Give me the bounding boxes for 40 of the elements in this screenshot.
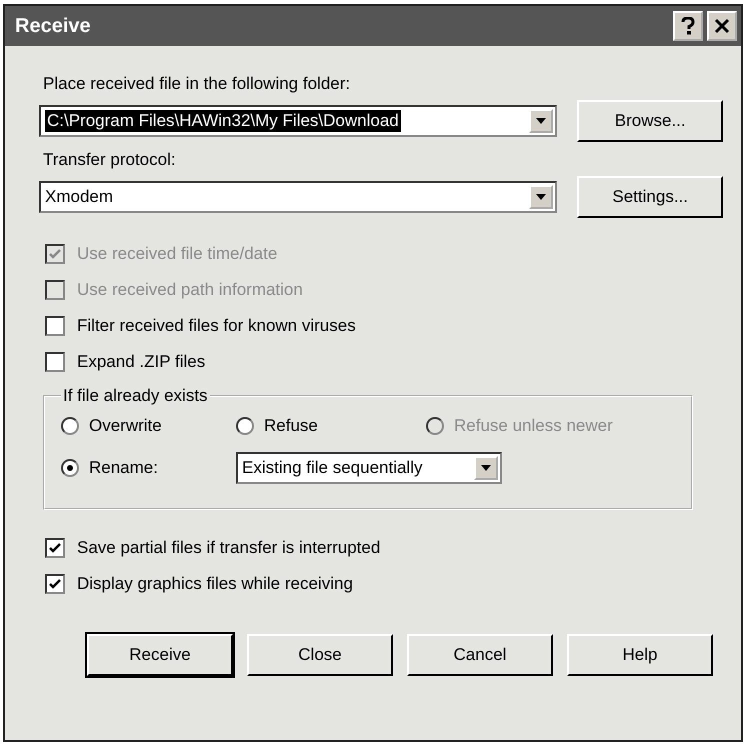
dropdown-button[interactable] [529,109,554,133]
dropdown-button[interactable] [529,185,554,209]
dropdown-button[interactable] [474,456,498,480]
checkbox[interactable] [45,352,65,372]
help-icon [680,17,696,35]
radio-button[interactable] [236,417,254,435]
radio-label[interactable]: Overwrite [89,416,162,436]
folder-combo[interactable]: C:\Program Files\HAWin32\My Files\Download [39,105,558,137]
caret-icon [481,465,491,471]
dialog-button[interactable]: Close [247,634,393,676]
settings-button[interactable]: Settings... [577,176,723,218]
checkbox-label[interactable]: Filter received files for known viruses [77,316,356,336]
caret-icon [536,118,546,124]
field-label: Place received file in the following folder: [43,74,352,94]
dialog-button[interactable]: Cancel [407,634,553,676]
protocol-combo[interactable]: Xmodem [39,181,558,213]
check-icon [48,541,62,555]
caret-icon [536,194,546,200]
check-icon [48,577,62,591]
checkbox-label[interactable]: Display graphics files while receiving [77,574,353,594]
radio-button[interactable] [61,459,79,477]
field-label: Transfer protocol: [43,150,177,170]
rename-combo[interactable]: Existing file sequentially [236,452,502,484]
help-button[interactable] [673,11,703,41]
checkbox-label[interactable]: Expand .ZIP files [77,352,206,372]
close-icon [714,18,730,34]
radio-label[interactable]: Rename: [89,458,158,478]
dialog-button[interactable]: Receive [87,634,233,676]
close-button[interactable] [707,11,737,41]
group-title: If file already exists [62,386,209,406]
checkbox-label[interactable]: Save partial files if transfer is interrupted [77,538,380,558]
check-icon [48,247,62,261]
window-title: Receive [15,14,92,38]
checkbox[interactable] [45,538,65,558]
browse-button[interactable]: Browse... [577,100,723,142]
checkbox[interactable] [45,316,65,336]
checkbox[interactable] [45,574,65,594]
radio-label[interactable]: Refuse [264,416,318,436]
radio-button[interactable] [61,417,79,435]
dialog-button[interactable]: Help [567,634,713,676]
